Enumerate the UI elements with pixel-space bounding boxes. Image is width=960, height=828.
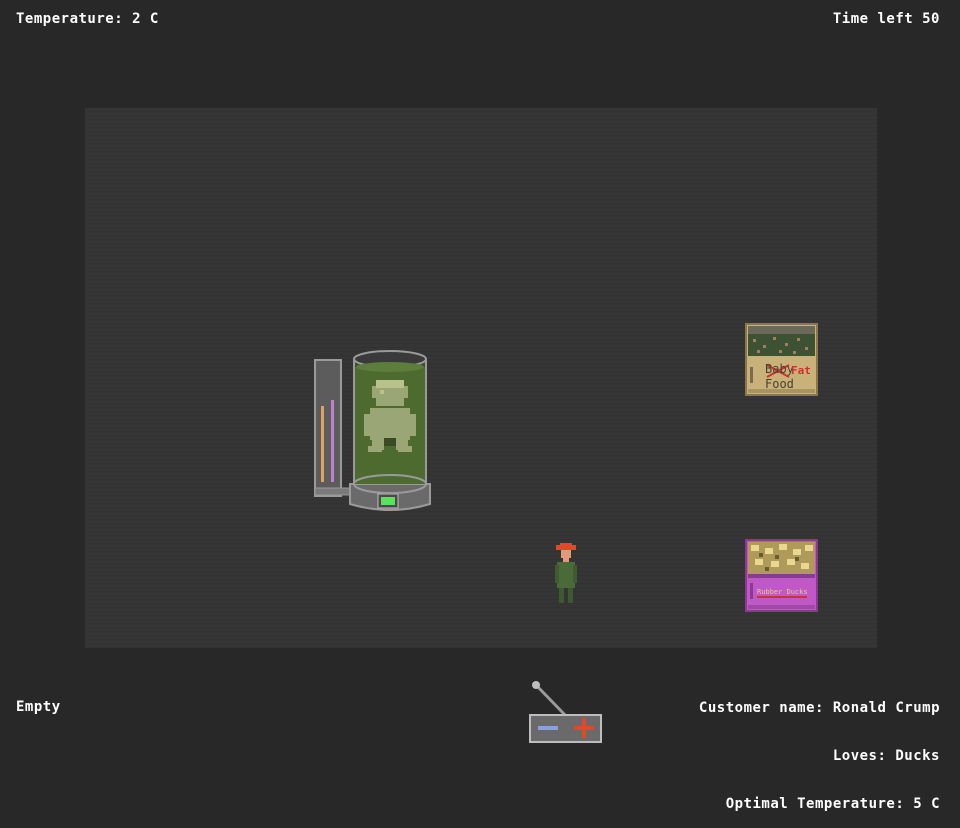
food-crate-icon [745, 323, 818, 396]
cloning-tank-icon[interactable] [312, 344, 434, 519]
temperature-lever-icon[interactable] [529, 680, 604, 746]
lab-room: Baby Fat Food Rubber Ducks [85, 108, 877, 743]
player-character-icon [555, 543, 577, 603]
customer-name: Customer name: Ronald Crump [698, 700, 940, 716]
customer-info-panel: Customer name: Ronald Crump Loves: Ducks… [699, 668, 940, 828]
optimal-temperature: Optimal Temperature: 5 C [725, 796, 940, 812]
food-crate[interactable]: Baby Fat Food [745, 323, 818, 396]
time-left-readout: Time left 50 [832, 11, 940, 27]
duck-crate-icon [745, 539, 818, 612]
temperature-readout: Temperature: 2 C [16, 11, 159, 27]
rubber-ducks-crate[interactable]: Rubber Ducks [745, 539, 818, 612]
held-item-readout: Empty [16, 699, 61, 715]
customer-loves: Loves: Ducks [832, 748, 940, 764]
minus-icon [538, 726, 558, 730]
